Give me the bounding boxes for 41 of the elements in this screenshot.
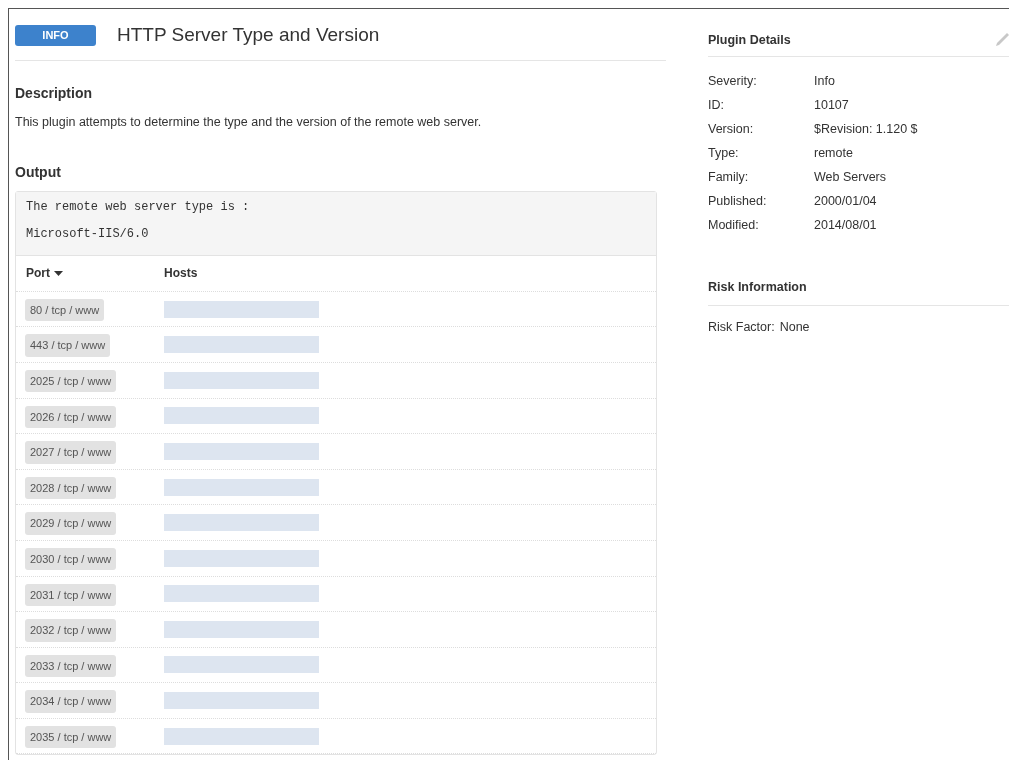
field-label: Type: [708,144,740,162]
field-value: Web Servers [814,168,886,186]
port-tag: 2025 / tcp / www [25,370,117,393]
column-header[interactable]: Hosts [164,264,198,283]
port-tag: 2029 / tcp / www [25,512,117,535]
plugin-title: HTTP Server Type and Version [117,23,380,48]
panel-heading: Plugin Details [708,31,1009,57]
field-label: ID: [708,96,725,114]
port-tag: 2030 / tcp / www [25,547,117,571]
panel-heading: Risk Information [708,278,1009,306]
field-value: $Revision: 1.120 $ [814,120,918,138]
port-tag: 2035 / tcp / www [25,725,117,749]
field-value: 2000/01/04 [814,192,877,210]
section-heading: Output [15,162,62,182]
field-value: Info [814,72,835,90]
field-value: 10107 [814,96,849,114]
port-tag: 80 / tcp / www [25,298,105,322]
port-tag: 443 / tcp / www [25,334,111,357]
risk-factor-label: Risk Factor: [708,319,775,336]
field-label: Family: [708,168,750,186]
field-label: Version: [708,120,755,138]
port-tag: 2032 / tcp / www [25,619,117,642]
port-tag: 2027 / tcp / www [25,441,117,464]
field-value: 2014/08/01 [814,216,877,234]
column-header[interactable]: Port [26,264,50,283]
field-label: Published: [708,192,768,210]
port-tag: 2028 / tcp / www [25,476,117,500]
risk-factor-value: None [779,319,810,336]
port-tag: 2026 / tcp / www [25,405,117,429]
port-tag: 2034 / tcp / www [25,690,117,713]
field-label: Modified: [708,216,760,234]
field-label: Severity: [708,72,758,90]
description-text: This plugin attempts to determine the type and the version of the remote web server. [15,114,483,131]
port-tag: 2031 / tcp / www [25,583,117,607]
port-tag: 2033 / tcp / www [25,654,117,678]
field-value: remote [814,144,853,162]
section-heading: Description [15,84,93,103]
severity-badge: INFO [15,25,96,46]
output-line: The remote web server type is : [26,198,251,216]
output-line: Microsoft-IIS/6.0 [26,225,150,243]
sort-caret-icon[interactable] [54,270,63,276]
